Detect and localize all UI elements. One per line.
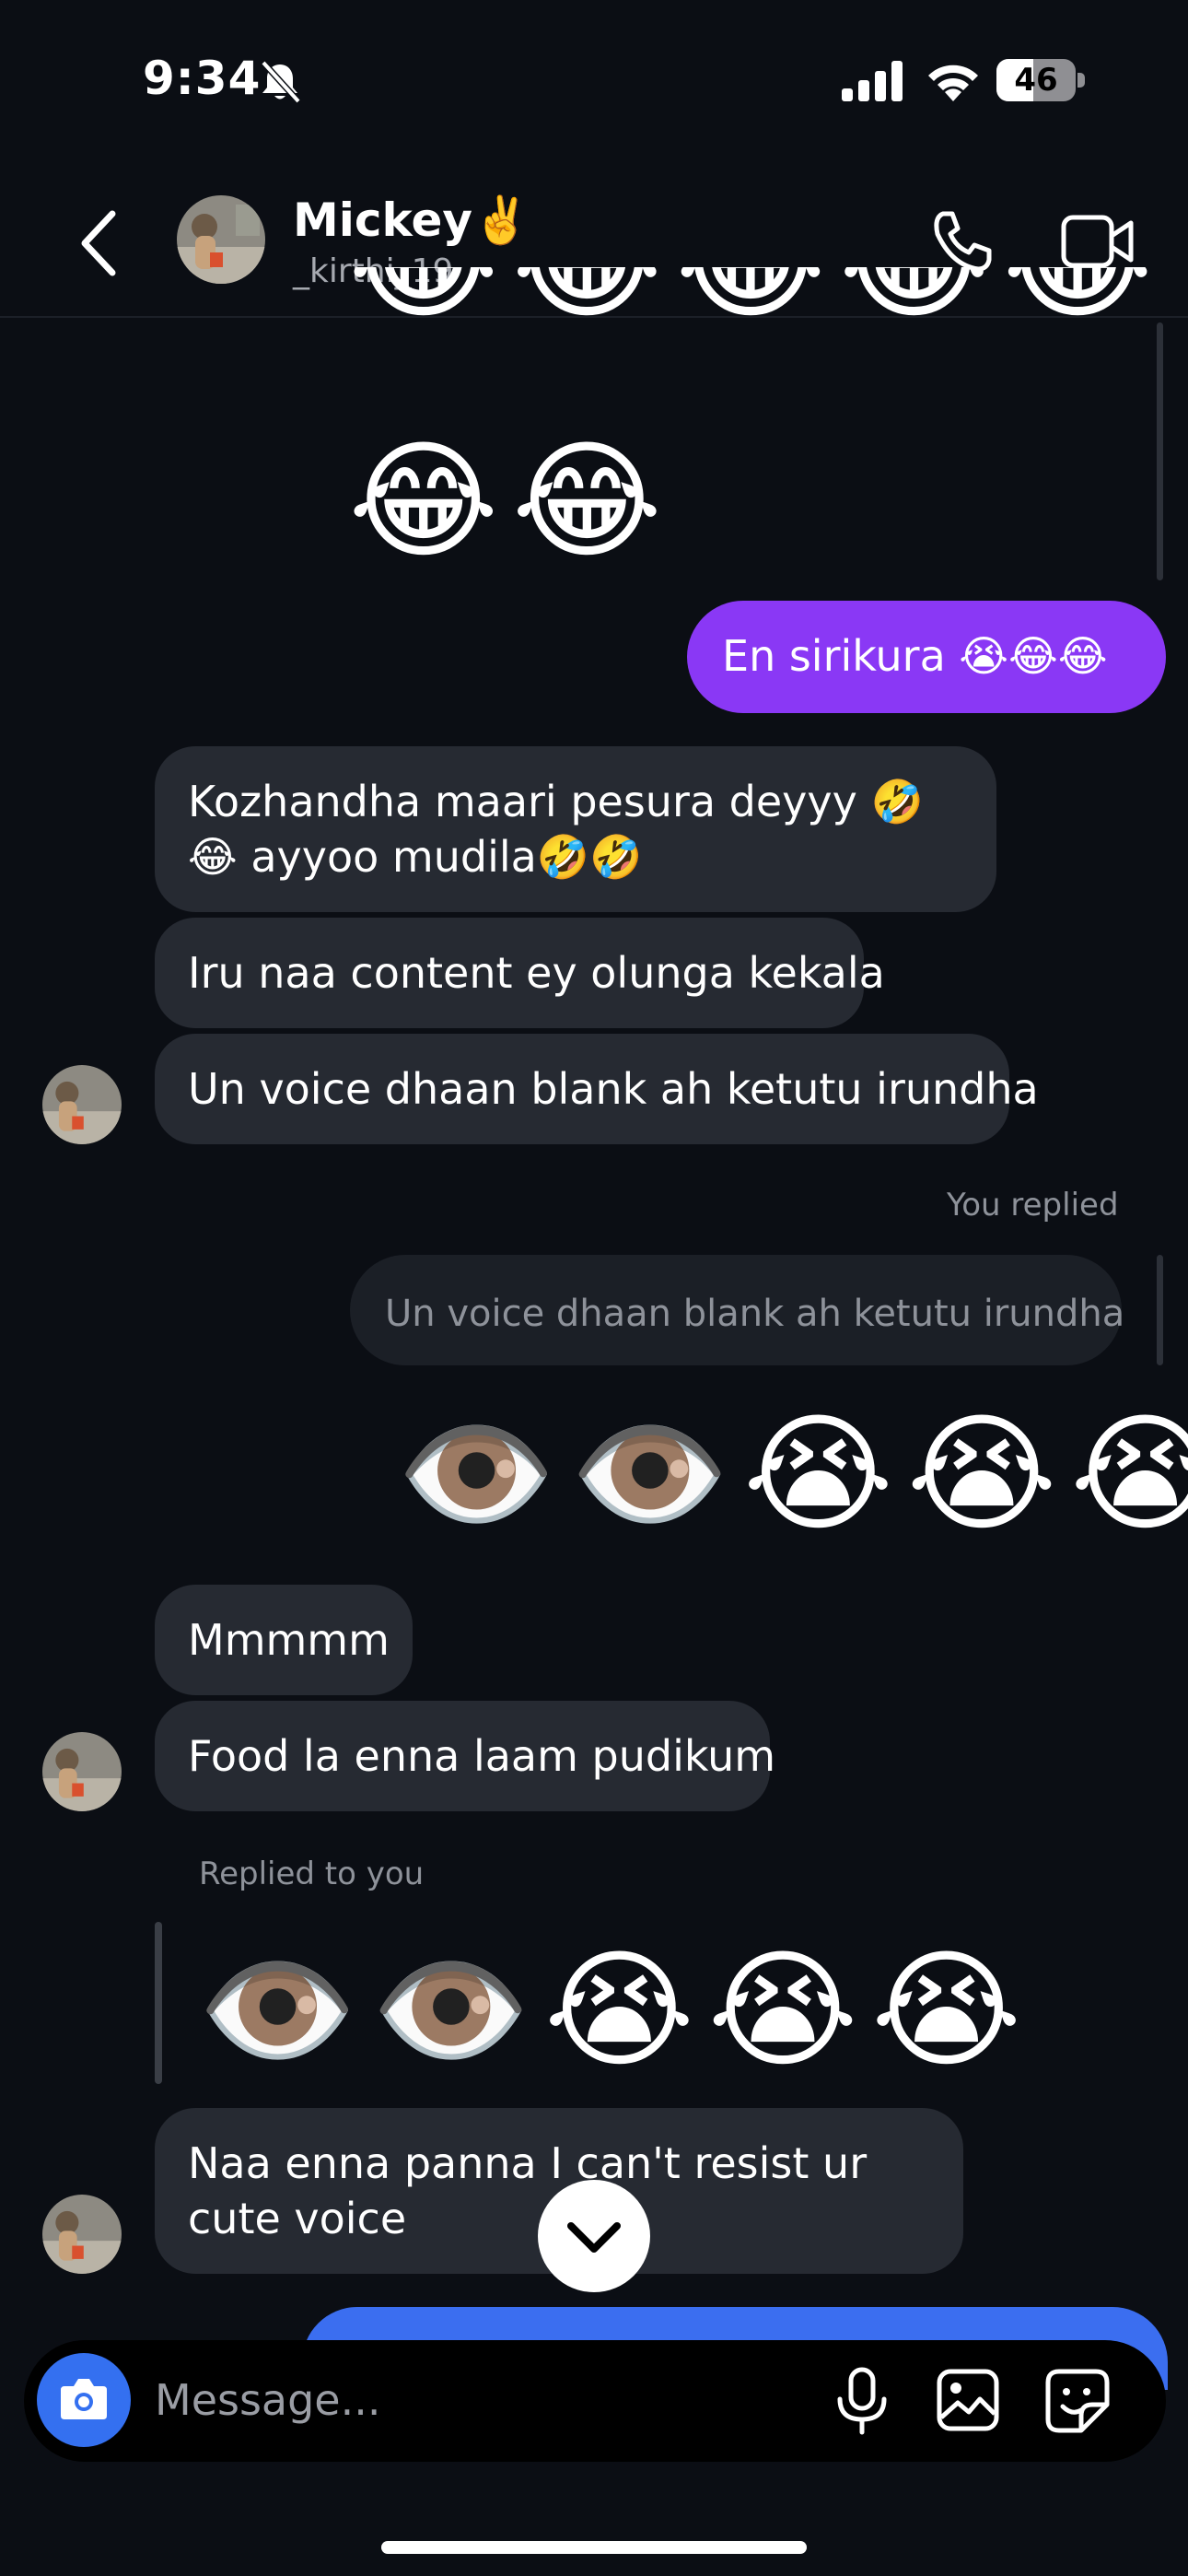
bell-slash-icon [261,60,301,103]
reply-line [155,1922,162,2084]
emoji-message-row[interactable]: 👁️ 👁️ 😭 😭 😭 [396,1406,1188,1544]
emoji: 😭 [707,1936,858,2086]
status-time: 9:34 [143,52,262,105]
outgoing-message[interactable]: En sirikura 😭😂😂 [687,601,1166,713]
video-call-icon[interactable] [1061,212,1135,271]
emoji: 😭 [870,1936,1022,2086]
replied-quote[interactable]: Un voice dhaan blank ah ketutu irundha [350,1255,1124,1365]
scroll-to-bottom-button[interactable] [538,2180,650,2292]
gallery-icon[interactable] [936,2368,1000,2432]
emoji: 👁️ [370,1936,531,2086]
incoming-message[interactable]: Kozhandha maari pesura deyyy 🤣😂 ayyoo mu… [155,746,996,912]
home-indicator[interactable] [381,2541,807,2554]
emoji: 😂 [511,427,663,577]
incoming-message[interactable]: Iru naa content ey olunga kekala [155,918,885,1028]
incoming-message[interactable]: Un voice dhaan blank ah ketutu irundha [155,1034,1039,1144]
phone-call-icon[interactable] [928,208,995,275]
emoji: 😭 [742,1399,894,1550]
emoji: 😂 [675,267,826,322]
sender-avatar[interactable] [42,2195,122,2274]
emoji-message-row[interactable]: 😂 😂 [348,433,662,571]
status-bar: 9:34 46 [0,0,1188,157]
message-input[interactable] [155,2371,799,2429]
battery-level: 46 [1014,62,1058,99]
contact-avatar[interactable] [177,195,265,284]
emoji: 😂 [348,427,499,577]
emoji: 👁️ [396,1399,557,1550]
emoji: 😂 [348,267,499,322]
back-chevron-icon[interactable] [72,206,127,280]
emoji: 😂 [839,267,990,322]
camera-icon [61,2379,107,2419]
emoji: 👁️ [197,1936,358,2086]
emoji: 😂 [1002,267,1153,322]
sticker-icon[interactable] [1044,2368,1111,2434]
microphone-icon[interactable] [833,2366,891,2436]
emoji-message-row[interactable]: 👁️ 👁️ 😭 😭 😭 [197,1942,1021,2080]
battery-icon: 46 [996,59,1085,101]
incoming-message[interactable]: Food la enna laam pudikum [155,1701,775,1811]
scroll-indicator-secondary [1157,1255,1163,1365]
signal-icon [842,61,903,101]
scroll-indicator [1157,322,1163,580]
emoji: 👁️ [569,1399,730,1550]
emoji: 😭 [543,1936,695,2086]
incoming-message[interactable]: Mmmmm [155,1585,413,1695]
contact-name[interactable]: Mickey✌️ [293,193,530,248]
you-replied-label: You replied [947,1187,1119,1224]
emoji: 😭 [906,1399,1057,1550]
emoji: 😭 [1069,1399,1188,1550]
camera-button[interactable] [37,2353,131,2447]
sender-avatar[interactable] [42,1732,122,1811]
sender-avatar[interactable] [42,1065,122,1144]
emoji-message-row[interactable]: 😂 😂 😂 😂 😂 [348,267,1153,322]
replied-to-you-label: Replied to you [199,1856,425,1892]
emoji: 😂 [512,267,663,322]
wifi-icon [928,64,978,101]
chevron-down-icon [567,2222,621,2253]
